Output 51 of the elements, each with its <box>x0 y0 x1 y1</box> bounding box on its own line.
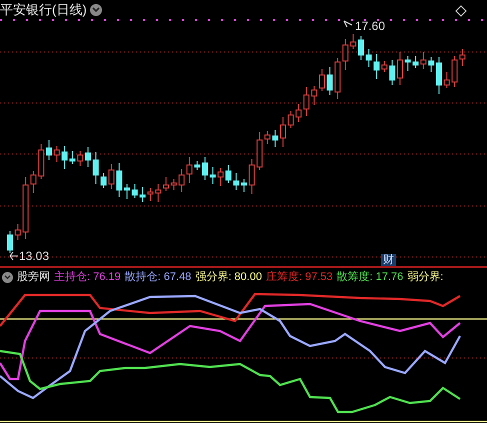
indicator-value: 主持仓: 76.19 <box>54 270 121 284</box>
diamond-icon[interactable] <box>455 5 467 17</box>
candlestick <box>428 56 434 72</box>
indicator-value: 弱分界: <box>407 270 444 284</box>
candlestick <box>248 158 255 194</box>
candlestick <box>124 184 130 200</box>
candlestick <box>288 110 294 128</box>
candlestick <box>54 146 60 162</box>
candlestick <box>14 224 21 240</box>
price-label: 13.03 <box>19 249 50 263</box>
candlestick <box>241 178 247 192</box>
price-label: 17.60 <box>355 19 386 33</box>
candlestick <box>7 230 13 254</box>
candlestick <box>326 66 333 96</box>
candlestick <box>92 152 99 184</box>
candlestick <box>116 162 122 198</box>
candlestick <box>202 156 208 180</box>
arrow-icon <box>10 252 18 260</box>
candlestick <box>358 36 364 60</box>
candlestick <box>46 140 52 160</box>
candlestick <box>444 72 450 88</box>
indicator-value: 散持仓: 67.48 <box>124 270 192 284</box>
candlestick <box>155 184 162 202</box>
finance-badge[interactable]: 财 <box>381 254 396 266</box>
chevron-icon[interactable] <box>90 4 102 16</box>
candlestick <box>163 176 169 192</box>
candlestick <box>38 144 44 180</box>
candlestick <box>397 52 403 86</box>
candlestick <box>389 60 396 86</box>
candlestick <box>404 56 411 72</box>
candlestick <box>194 160 200 170</box>
candlestick <box>436 56 442 94</box>
candlestick <box>311 86 318 106</box>
chevron-icon[interactable] <box>2 272 13 282</box>
chart-title: 平安银行(日线) <box>0 2 87 18</box>
candlestick <box>233 172 240 190</box>
candlestick <box>85 146 91 168</box>
indicator-value: 散筹度: 17.76 <box>336 270 404 284</box>
candlestick <box>77 150 84 166</box>
candlestick <box>272 130 278 148</box>
indicator-value: 强分界: 80.00 <box>195 270 262 284</box>
candlestick <box>280 116 286 148</box>
candlestick <box>170 178 177 190</box>
candlestick <box>210 166 216 184</box>
arrow-icon <box>344 20 352 28</box>
candlestick <box>132 184 138 198</box>
indicator-name: 股旁网 <box>17 270 50 284</box>
candlestick <box>350 34 356 50</box>
candlestick <box>319 68 325 92</box>
indicator-value: 庄筹度: 97.53 <box>266 270 333 284</box>
candlestick <box>366 48 372 68</box>
